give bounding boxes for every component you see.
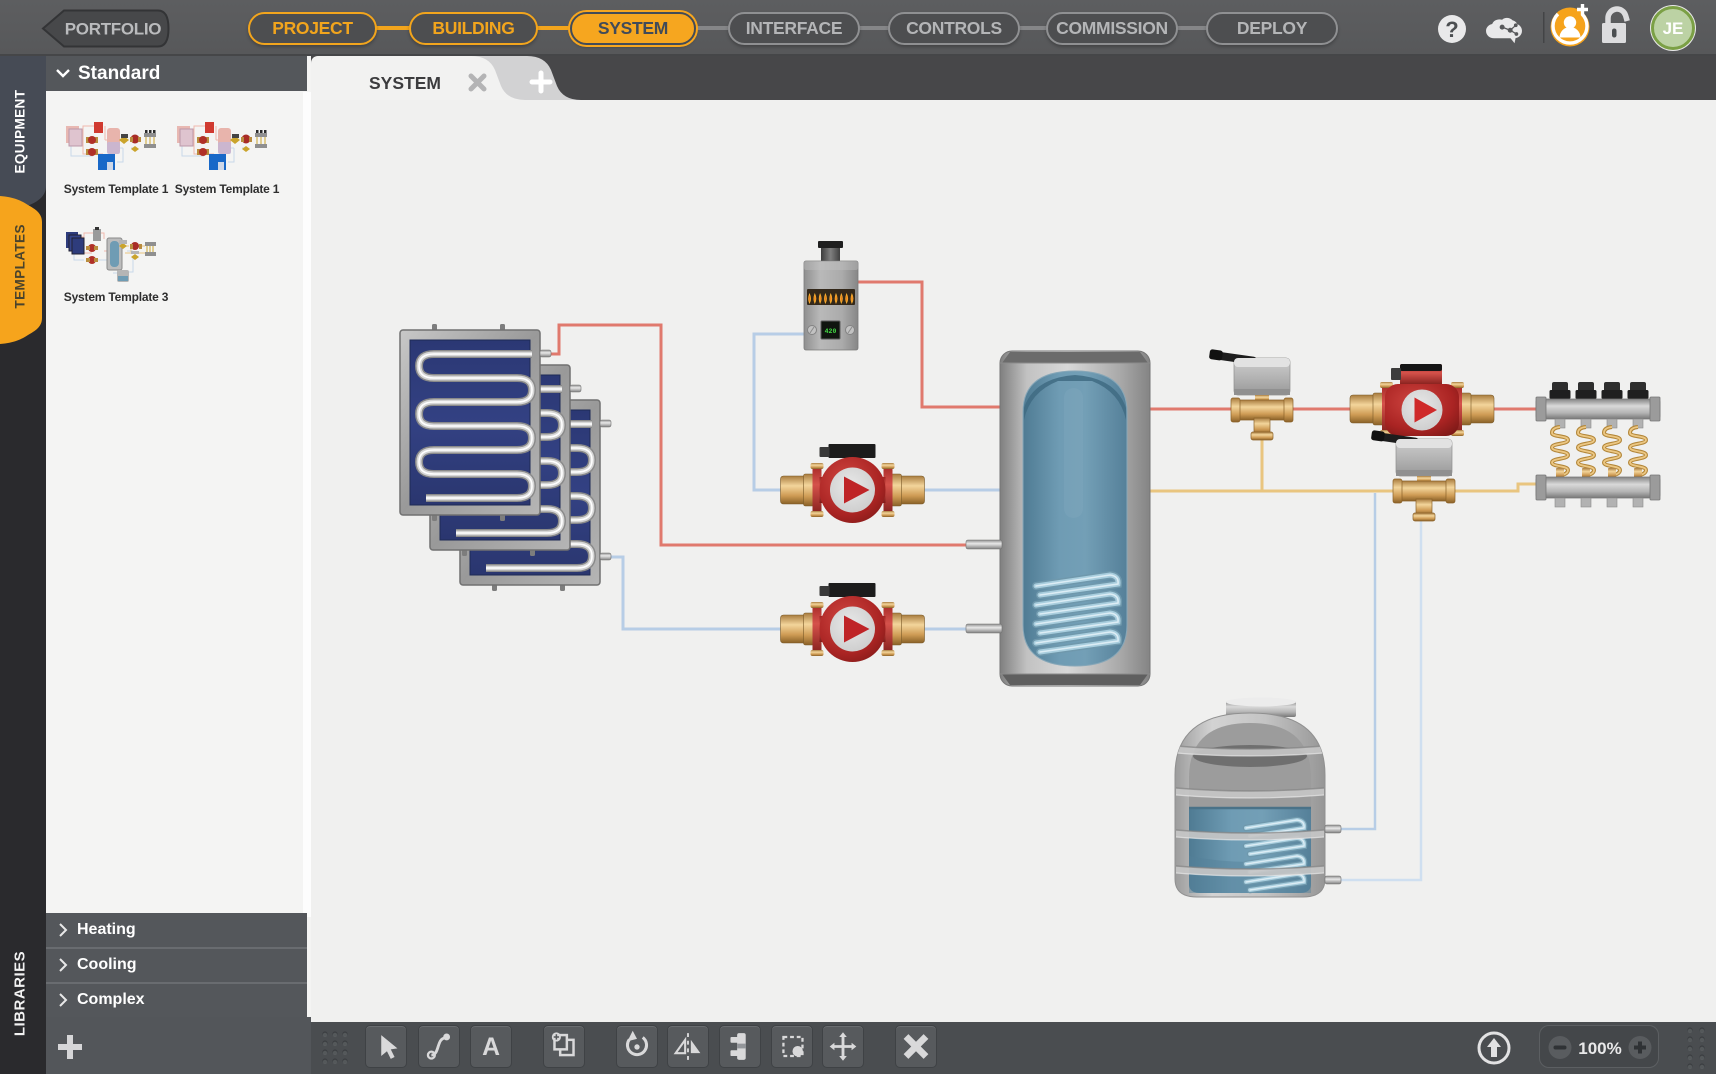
svg-text:100%: 100% <box>1578 1039 1621 1058</box>
svg-text:SYSTEM: SYSTEM <box>369 73 441 93</box>
svg-text:A: A <box>482 1034 500 1061</box>
svg-text:JE: JE <box>1663 19 1684 38</box>
svg-text:?: ? <box>1445 17 1458 42</box>
svg-text:420: 420 <box>825 328 837 335</box>
svg-text:PORTFOLIO: PORTFOLIO <box>65 20 162 39</box>
